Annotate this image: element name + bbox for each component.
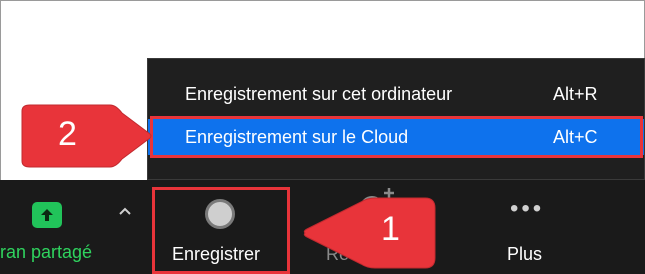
callout-step-2: 2: [14, 103, 154, 174]
menu-item-shortcut: Alt+R: [553, 84, 598, 104]
callout-number: 2: [58, 115, 77, 153]
cloud-highlight-box: [150, 116, 643, 158]
share-screen-up-arrow-icon: [41, 209, 53, 221]
menu-item-record-local[interactable]: Enregistrement sur cet ordinateur Alt+R: [148, 76, 644, 112]
more-button-label[interactable]: Plus: [507, 244, 542, 265]
more-dots-icon[interactable]: •••: [510, 197, 544, 221]
menu-item-label: Enregistrement sur cet ordinateur: [185, 84, 453, 104]
record-highlight-box: [152, 187, 290, 274]
share-screen-button[interactable]: [32, 202, 62, 228]
share-screen-label[interactable]: ran partagé: [0, 242, 92, 263]
callout-step-1: 1: [303, 196, 443, 274]
callout-number: 1: [381, 210, 400, 248]
chevron-up-icon[interactable]: [118, 206, 132, 216]
